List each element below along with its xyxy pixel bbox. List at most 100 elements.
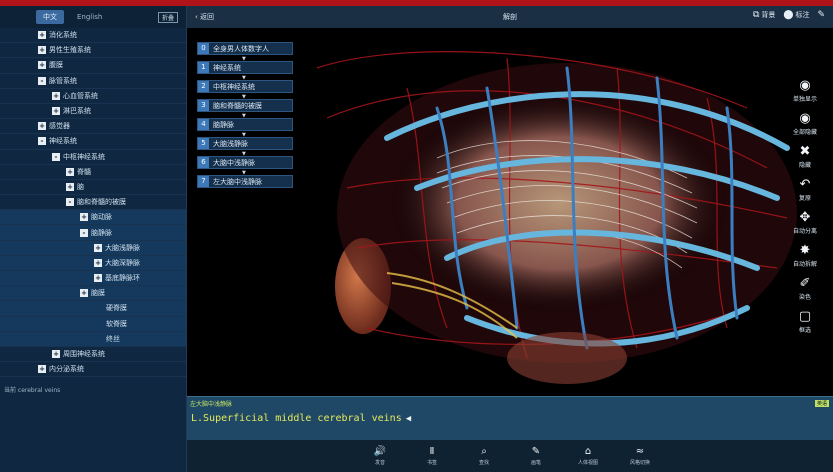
collapse-icon[interactable]: - bbox=[66, 198, 74, 207]
language-chinese-button[interactable]: 中文 bbox=[36, 10, 64, 24]
body-view-button[interactable]: ⌂ 人体视图 bbox=[571, 446, 605, 466]
tree-item[interactable]: 终丝 bbox=[0, 331, 186, 347]
expand-icon[interactable]: + bbox=[80, 289, 88, 298]
collapse-icon[interactable]: - bbox=[52, 152, 60, 161]
brush-icon: ✐ bbox=[799, 276, 811, 291]
tree-item[interactable]: - 中枢神经系统 bbox=[0, 150, 186, 165]
restore-button[interactable]: ↶ 复原 bbox=[782, 177, 828, 202]
tree-item[interactable]: + 脑膜 bbox=[0, 286, 186, 302]
expand-icon[interactable]: + bbox=[80, 213, 88, 222]
expand-icon[interactable]: + bbox=[52, 107, 60, 116]
expand-icon[interactable]: + bbox=[38, 31, 46, 40]
tree-item[interactable]: + 基底静脉环 bbox=[0, 271, 186, 287]
tool-label: 复原 bbox=[798, 195, 811, 202]
expand-icon[interactable]: + bbox=[52, 91, 60, 100]
path-item[interactable]: 4 脑静脉 bbox=[197, 118, 293, 138]
path-item[interactable]: 3 脑和脊髓的被膜 bbox=[197, 99, 293, 119]
path-item[interactable]: 7 左大脑中浅静脉 bbox=[197, 175, 293, 188]
tree-item[interactable]: + 内分泌系统 bbox=[0, 362, 186, 378]
anatomy-tree: + 消化系统 + 男性生殖系统 + 腹膜 - 脉管系统 + 心血管系统 + 淋巴系统 + 感觉器 - 神经系统… bbox=[0, 28, 186, 378]
tree-item[interactable]: + 大脑深静脉 bbox=[0, 255, 186, 271]
tree-item[interactable]: + 感觉器 bbox=[0, 119, 186, 135]
speaker-icon: 🔊 bbox=[373, 446, 387, 457]
tree-item[interactable]: + 消化系统 bbox=[0, 28, 186, 44]
expand-icon[interactable]: + bbox=[52, 350, 60, 359]
bottom-tool-label: 书签 bbox=[426, 460, 437, 466]
tree-item-label: 心血管系统 bbox=[63, 91, 98, 100]
expand-icon[interactable]: + bbox=[66, 167, 74, 176]
language-badge[interactable]: 英语 bbox=[814, 400, 829, 407]
expand-icon[interactable]: + bbox=[38, 46, 46, 55]
tree-item[interactable]: - 神经系统 bbox=[0, 134, 186, 150]
tree-item-label: 周围神经系统 bbox=[63, 350, 105, 359]
language-english-button[interactable]: English bbox=[70, 11, 109, 23]
expand-icon[interactable]: + bbox=[94, 258, 102, 267]
pin-icon: ⬤ bbox=[783, 10, 794, 20]
pen-button[interactable]: ✎ 画笔 bbox=[519, 446, 553, 466]
path-item[interactable]: 2 中枢神经系统 bbox=[197, 80, 293, 100]
hide-button[interactable]: ✖ 隐藏 bbox=[782, 144, 828, 169]
hierarchy-path: 0 全身男人体数字人 1 神经系统 2 中枢神经系统 3 脑和脊髓的被膜 4 脑静脉 5 大脑浅静脉 6… bbox=[197, 42, 293, 194]
pronounce-button[interactable]: 🔊 发音 bbox=[363, 446, 397, 466]
show-alone-button[interactable]: ◉ 单独显示 bbox=[782, 78, 828, 103]
collapse-icon[interactable]: - bbox=[38, 76, 46, 85]
hide-all-button[interactable]: ◉ 全部隐藏 bbox=[782, 111, 828, 136]
tree-item-label: 脑和脊髓的被膜 bbox=[77, 198, 126, 207]
path-label: 中枢神经系统 bbox=[213, 82, 255, 91]
tree-item-label: 基底静脉环 bbox=[105, 274, 140, 283]
edit-button[interactable]: ✎ bbox=[817, 10, 827, 20]
path-label: 大脑浅静脉 bbox=[213, 139, 248, 148]
tree-item[interactable]: - 脑和脊髓的被膜 bbox=[0, 195, 186, 211]
expand-icon[interactable]: + bbox=[66, 182, 74, 191]
tree-item[interactable]: + 脑 bbox=[0, 180, 186, 196]
bottom-tool-label: 风格切换 bbox=[629, 460, 650, 466]
eye-icon: ◉ bbox=[799, 78, 811, 93]
annotation-button[interactable]: ⬤ 标注 bbox=[783, 10, 809, 20]
collapse-tree-button[interactable]: 折叠 bbox=[157, 11, 178, 23]
path-number-badge: 7 bbox=[198, 176, 209, 187]
tree-item[interactable]: + 脑动脉 bbox=[0, 210, 186, 226]
tree-item[interactable]: + 腹膜 bbox=[0, 58, 186, 74]
tree-item[interactable]: + 周围神经系统 bbox=[0, 347, 186, 363]
auto-explode-button[interactable]: ✸ 自动拆解 bbox=[782, 243, 828, 268]
box-select-button[interactable]: ▢ 框选 bbox=[782, 309, 828, 334]
tree-item[interactable]: + 男性生殖系统 bbox=[0, 43, 186, 59]
tree-item[interactable]: + 大脑浅静脉 bbox=[0, 240, 186, 256]
tree-item[interactable]: + 脊髓 bbox=[0, 165, 186, 180]
search-button[interactable]: ⌕ 查找 bbox=[467, 446, 501, 466]
expand-icon[interactable]: + bbox=[94, 243, 102, 252]
expand-icon[interactable]: + bbox=[94, 274, 102, 283]
tree-item[interactable]: 软脊膜 bbox=[0, 316, 186, 332]
path-item[interactable]: 5 大脑浅静脉 bbox=[197, 137, 293, 157]
move-icon: ✥ bbox=[799, 210, 811, 225]
collapse-icon[interactable]: - bbox=[38, 137, 46, 146]
color-button[interactable]: ✐ 染色 bbox=[782, 276, 828, 301]
tree-item[interactable]: + 心血管系统 bbox=[0, 89, 186, 104]
expand-icon[interactable]: + bbox=[38, 122, 46, 131]
speaker-icon[interactable]: ◀ bbox=[406, 414, 411, 424]
tool-label: 自动分离 bbox=[792, 228, 817, 235]
path-number-badge: 6 bbox=[198, 157, 209, 168]
path-item[interactable]: 1 神经系统 bbox=[197, 61, 293, 81]
expand-icon[interactable]: + bbox=[38, 365, 46, 374]
back-button[interactable]: ‹ 返回 bbox=[195, 12, 214, 22]
path-item[interactable]: 0 全身男人体数字人 bbox=[197, 42, 293, 62]
tree-item[interactable]: + 淋巴系统 bbox=[0, 104, 186, 120]
bookmark-button[interactable]: Ⅱ 书签 bbox=[415, 446, 449, 466]
style-switch-button[interactable]: ≈ 风格切换 bbox=[623, 446, 657, 466]
tree-item-label: 硬脊膜 bbox=[106, 304, 127, 313]
tree-item[interactable]: - 脉管系统 bbox=[0, 74, 186, 89]
path-item[interactable]: 6 大脑中浅静脉 bbox=[197, 156, 293, 176]
tree-item[interactable]: 硬脊膜 bbox=[0, 301, 186, 317]
tree-item[interactable]: - 脑静脉 bbox=[0, 225, 186, 241]
auto-separate-button[interactable]: ✥ 自动分离 bbox=[782, 210, 828, 235]
expand-icon[interactable]: + bbox=[38, 61, 46, 70]
tree-item-label: 脊髓 bbox=[77, 167, 91, 176]
bottom-tool-label: 发音 bbox=[374, 460, 385, 466]
3d-model-viewport[interactable]: 0 全身男人体数字人 1 神经系统 2 中枢神经系统 3 脑和脊髓的被膜 4 脑静脉 5 大脑浅静脉 6… bbox=[187, 28, 833, 396]
tool-label: 染色 bbox=[798, 294, 811, 301]
background-button[interactable]: ⧉ 背景 bbox=[753, 10, 775, 20]
action-label: 背景 bbox=[761, 11, 776, 19]
bottom-toolbar: 🔊 发音 Ⅱ 书签 ⌕ 查找 ✎ 画笔 ⌂ 人体视图 ≈ 风格切换 bbox=[187, 440, 833, 472]
collapse-icon[interactable]: - bbox=[80, 228, 88, 237]
